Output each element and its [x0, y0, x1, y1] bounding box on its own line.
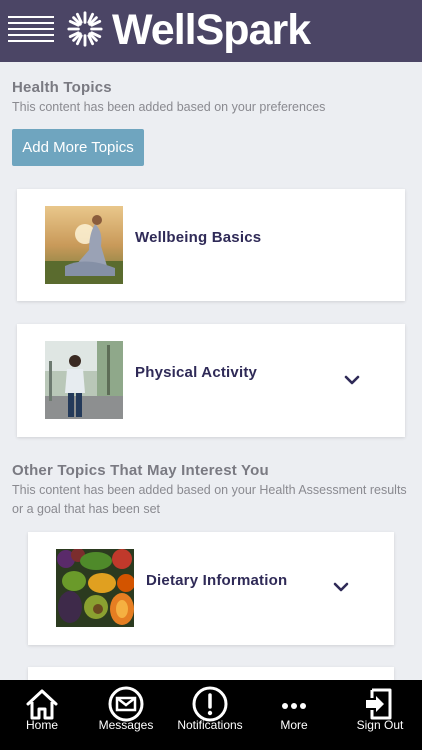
wellbeing-thumbnail [45, 206, 123, 284]
topic-card-physical-activity[interactable]: Physical Activity [17, 324, 405, 437]
dietary-information-thumbnail [56, 549, 134, 627]
nav-label: Sign Out [356, 718, 404, 732]
topic-card-label: Physical Activity [135, 364, 258, 381]
nav-label: Messages [98, 718, 154, 732]
add-more-topics-button[interactable]: Add More Topics [12, 129, 144, 166]
brand-logo-text: WellSpark [112, 6, 311, 54]
other-topics-title: Other Topics That May Interest You [12, 462, 269, 479]
health-topics-subtitle: This content has been added based on you… [12, 100, 326, 114]
logo-burst-icon [67, 11, 103, 47]
menu-icon[interactable] [8, 16, 54, 44]
nav-home[interactable]: Home [0, 680, 84, 750]
topic-card-label: Dietary Information [146, 572, 288, 589]
chevron-down-icon[interactable] [333, 581, 349, 593]
trademark-symbol: ™ [300, 36, 307, 43]
bottom-navigation: Home Messages Notifications More Sign Ou… [0, 680, 422, 750]
nav-more[interactable]: More [252, 680, 336, 750]
topic-card-dietary-information[interactable]: Dietary Information [28, 532, 394, 645]
physical-activity-thumbnail [45, 341, 123, 419]
topic-card-label: Wellbeing Basics [135, 229, 262, 246]
sign-out-icon [366, 688, 392, 720]
nav-label: Notifications [177, 718, 243, 732]
exclamation-icon [192, 686, 228, 722]
nav-notifications[interactable]: Notifications [168, 680, 252, 750]
topic-card-wellbeing-basics[interactable]: Wellbeing Basics [17, 189, 405, 301]
health-topics-title: Health Topics [12, 79, 112, 96]
app-header: WellSpark ™ [0, 0, 422, 62]
chevron-down-icon[interactable] [344, 374, 360, 386]
home-icon [26, 689, 58, 720]
envelope-icon [108, 686, 144, 722]
nav-label: More [280, 718, 308, 732]
nav-messages[interactable]: Messages [84, 680, 168, 750]
nav-sign-out[interactable]: Sign Out [338, 680, 422, 750]
other-topics-subtitle: This content has been added based on you… [12, 483, 407, 516]
ellipsis-icon [282, 703, 306, 709]
nav-label: Home [25, 718, 58, 732]
